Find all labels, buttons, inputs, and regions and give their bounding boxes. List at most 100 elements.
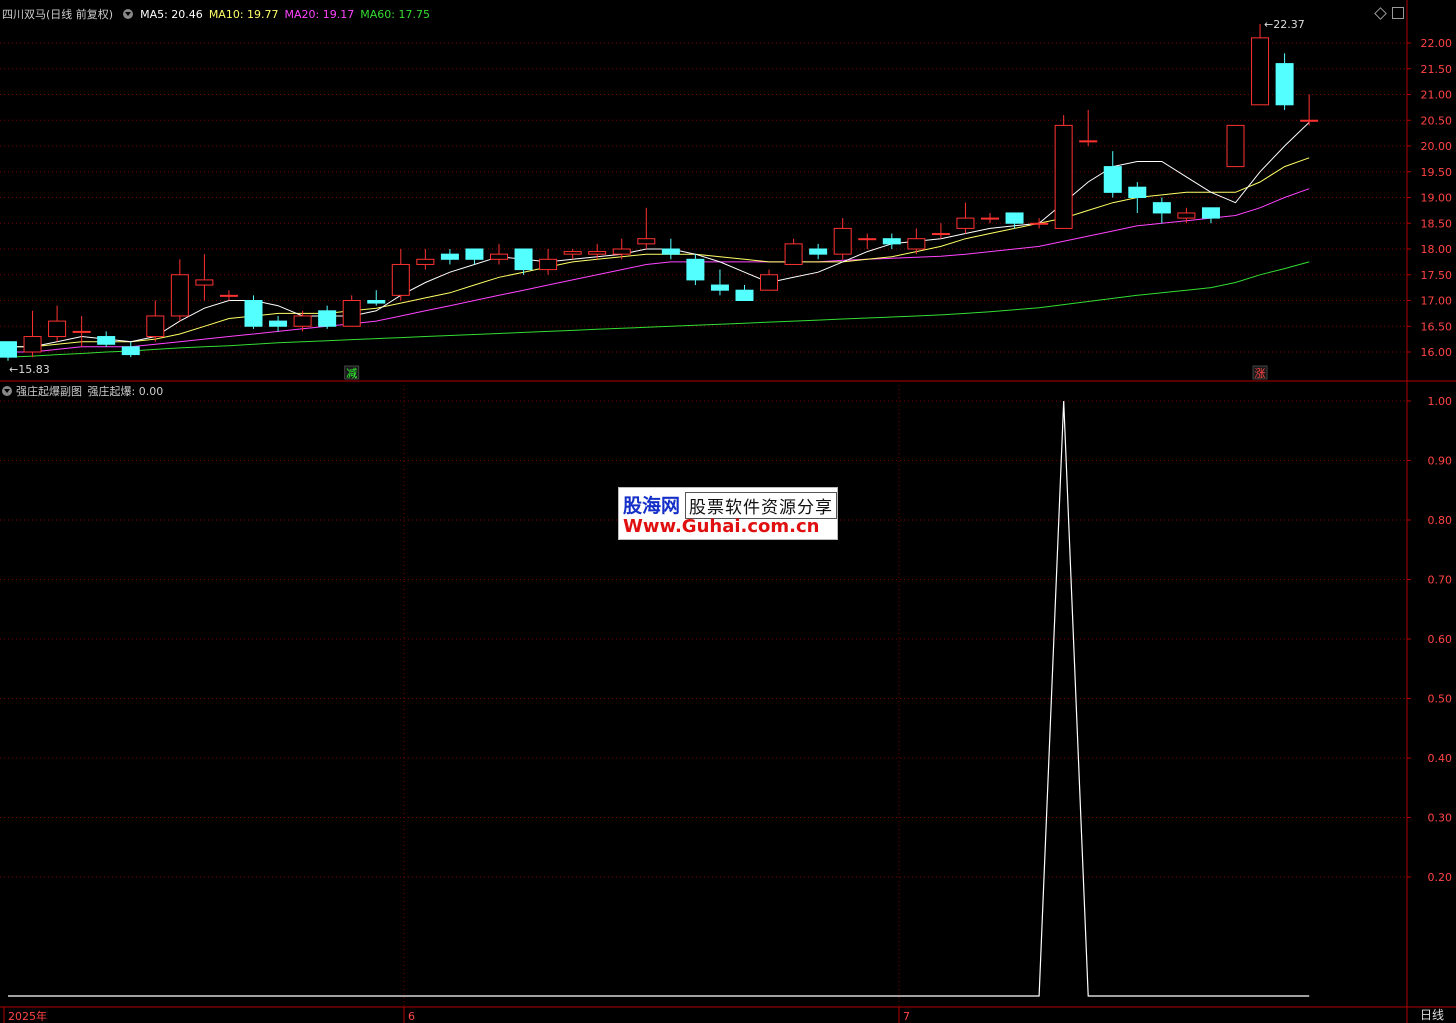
watermark-url: Www.Guhai.com.cn	[623, 516, 820, 537]
candle-body	[465, 248, 484, 260]
y-tick-label: 0.60	[1428, 633, 1453, 646]
candle-body	[931, 233, 950, 236]
ma-legend-item: MA20: 19.17	[284, 8, 355, 21]
chevron-down-circle-icon[interactable]	[2, 386, 12, 396]
candle-body	[1054, 124, 1073, 229]
candle-body	[416, 258, 435, 265]
candle-body	[1128, 186, 1147, 198]
candle-body	[588, 251, 607, 255]
y-tick-label: 0.50	[1428, 693, 1453, 706]
candle	[1275, 53, 1294, 110]
candle-body	[97, 336, 116, 345]
y-tick-label: 0.90	[1428, 455, 1453, 468]
candle	[1030, 218, 1049, 229]
candle-body	[1005, 212, 1024, 224]
period-label: (日线 前复权)	[46, 8, 114, 21]
x-tick-label: 7	[903, 1010, 910, 1023]
candle	[219, 290, 238, 301]
candle	[539, 249, 558, 275]
signal-marker: 减	[346, 367, 357, 380]
candle	[735, 285, 754, 302]
candle-body	[244, 300, 263, 327]
candle	[490, 243, 508, 265]
candle	[23, 310, 42, 358]
period-button[interactable]: 日线	[1420, 1006, 1444, 1023]
candle	[170, 259, 189, 322]
candle-body	[1251, 37, 1270, 106]
candle-body	[440, 253, 459, 260]
candle	[269, 315, 288, 332]
candle	[1054, 115, 1073, 229]
moving-average-lines	[7, 121, 1310, 358]
candle	[858, 233, 877, 249]
candle-body	[219, 294, 238, 297]
high-price-label: ←22.37	[1264, 18, 1305, 31]
candle-body	[170, 274, 189, 317]
y-tick-label: 19.00	[1421, 192, 1453, 205]
ma-legend-item: MA60: 17.75	[360, 8, 430, 21]
candle	[1251, 23, 1270, 106]
y-tick-label: 0.40	[1428, 752, 1453, 765]
candle-body	[72, 330, 91, 333]
y-tick-label: 21.50	[1421, 63, 1453, 76]
candle	[121, 341, 140, 358]
y-tick-label: 1.00	[1428, 395, 1453, 408]
candle	[809, 243, 828, 260]
y-tick-label: 17.00	[1421, 295, 1453, 308]
candle	[1128, 182, 1147, 213]
window-icon[interactable]	[1392, 7, 1404, 19]
candle	[637, 207, 656, 249]
candle-body	[858, 238, 877, 241]
candle-body	[1030, 222, 1049, 225]
y-tick-label: 22.00	[1421, 37, 1453, 50]
y-tick-label: 17.50	[1421, 269, 1453, 282]
y-tick-label: 0.30	[1428, 812, 1453, 825]
candle	[784, 238, 803, 265]
low-price-label: ←15.83	[9, 363, 50, 376]
chevron-down-circle-icon[interactable]	[122, 9, 133, 19]
candle	[686, 254, 705, 286]
candle	[48, 305, 67, 342]
watermark-tagline: 股票软件资源分享	[685, 492, 837, 519]
candle-body	[318, 310, 337, 327]
candle	[1300, 94, 1319, 126]
candle-body	[514, 248, 533, 271]
candle-body	[391, 263, 410, 296]
candle-body	[293, 315, 312, 327]
candle	[391, 249, 410, 301]
y-tick-label: 16.50	[1421, 320, 1453, 333]
candle-body	[563, 251, 582, 255]
candle	[195, 254, 214, 301]
watermark-brand: 股海网	[623, 495, 681, 517]
candle	[367, 290, 386, 306]
candle	[97, 331, 116, 347]
candle	[981, 212, 999, 224]
x-tick-label: 2025年	[8, 1009, 47, 1023]
y-tick-label: 0.20	[1428, 871, 1453, 884]
candle	[661, 238, 680, 260]
candle	[244, 295, 263, 329]
candle-body	[490, 253, 508, 260]
candle-body	[1152, 202, 1171, 214]
candle-body	[661, 248, 680, 255]
candle	[1226, 124, 1245, 168]
ma-legend: MA5: 20.46 MA10: 19.77 MA20: 19.17 MA60: 17…	[140, 8, 436, 21]
y-tick-label: 20.00	[1421, 140, 1453, 153]
candle	[563, 249, 582, 260]
candle-body	[0, 341, 17, 358]
main-y-axis: 22.00 21.50 21.00 20.50 20.00 19.50 19.00 18.50…	[1407, 37, 1452, 359]
candle-body	[833, 227, 852, 255]
candle-body	[686, 258, 705, 281]
candle	[1201, 207, 1220, 224]
main-header: 四川双马(日线 前复权) MA5: 20.46 MA10: 19.77 MA20: …	[2, 6, 436, 22]
candle-body	[1300, 119, 1319, 122]
candle-body	[809, 248, 828, 255]
candle	[146, 300, 165, 342]
candlesticks	[0, 23, 1319, 361]
candle	[416, 249, 435, 270]
x-axis: 2025年 6 7	[3, 1007, 910, 1023]
signal-marker: 涨	[1255, 367, 1266, 380]
candle-body	[48, 320, 67, 338]
y-tick-label: 20.50	[1421, 114, 1453, 127]
candle	[0, 341, 17, 361]
